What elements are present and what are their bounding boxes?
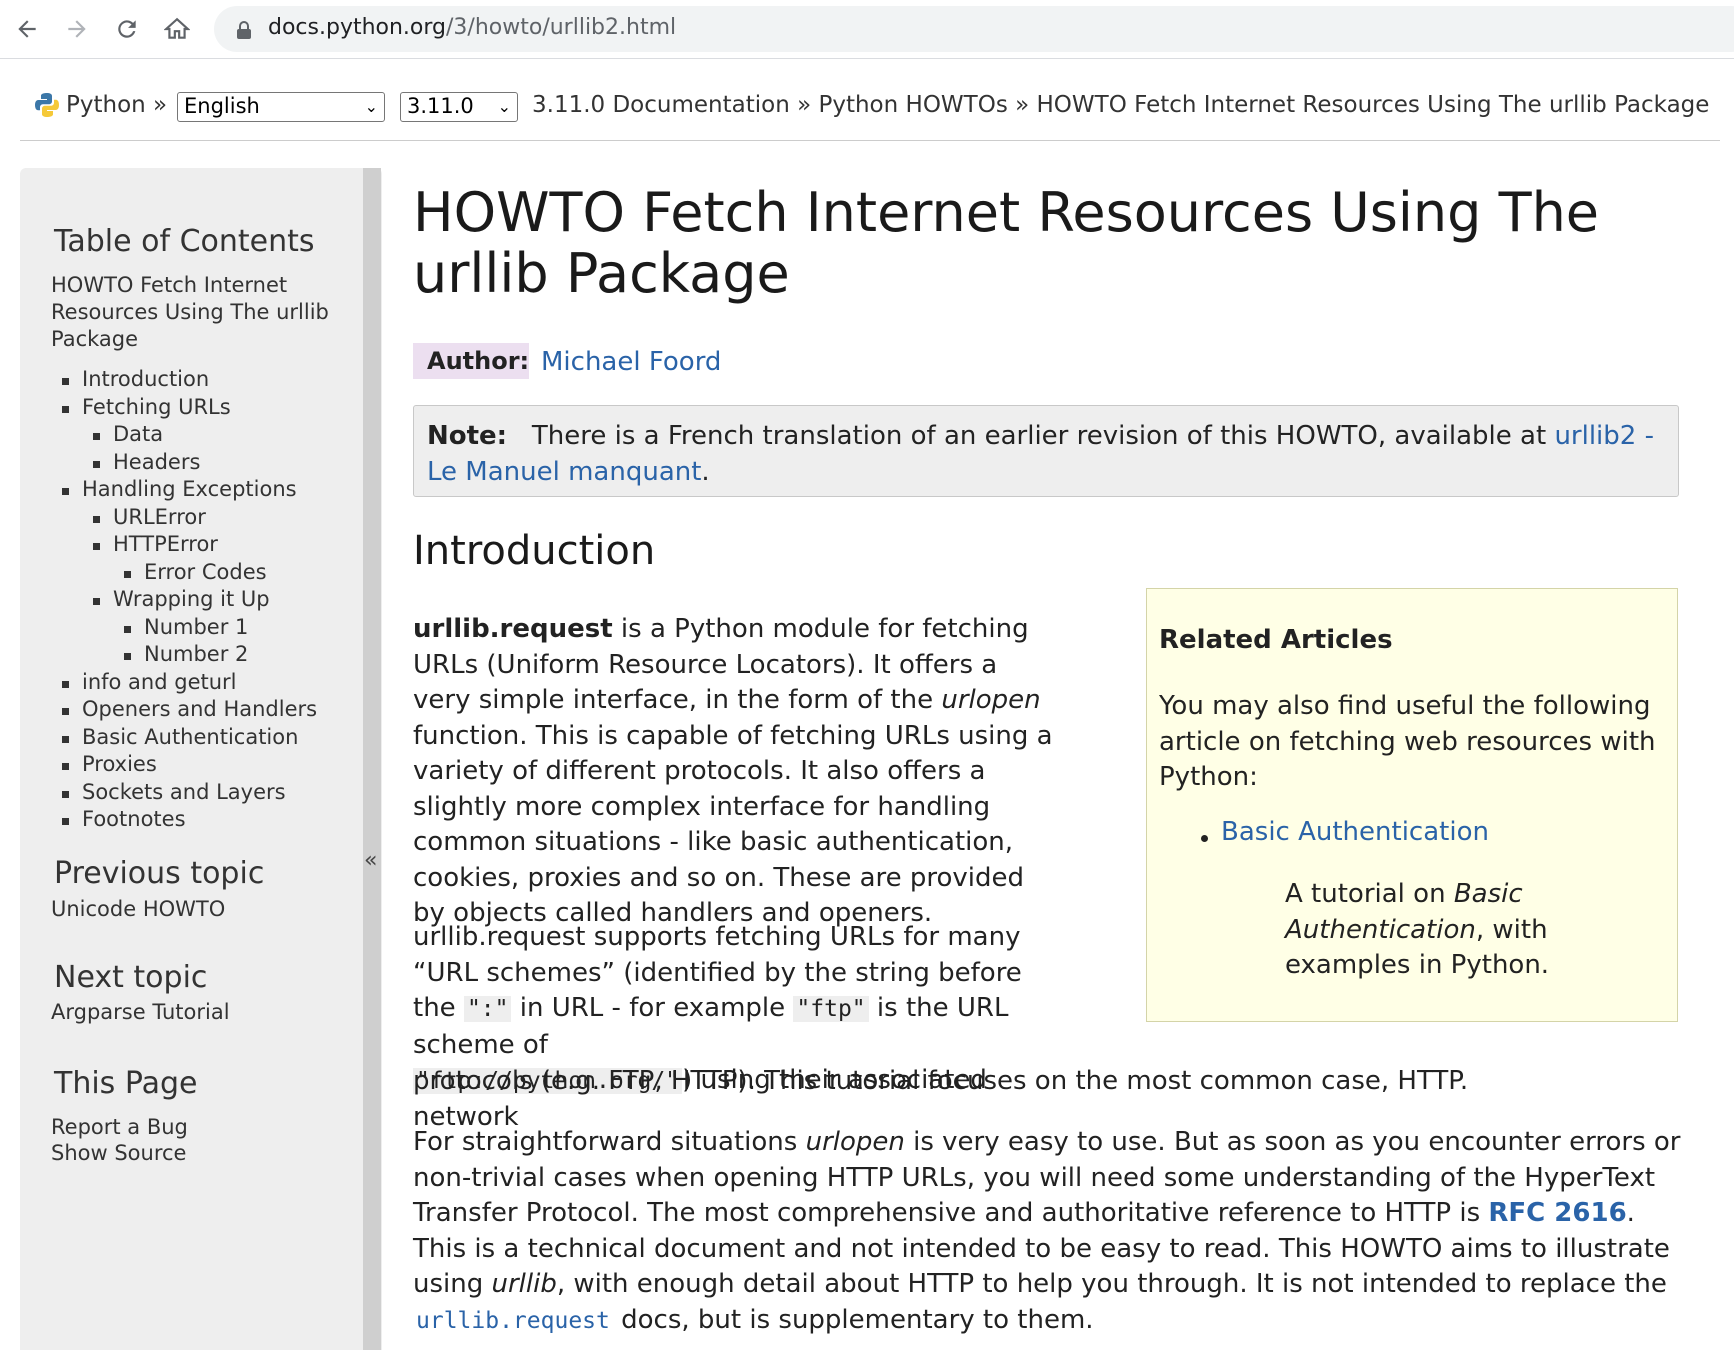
breadcrumb-howtos[interactable]: Python HOWTOs	[818, 92, 1007, 118]
report-bug-link[interactable]: Report a Bug	[51, 1114, 188, 1141]
back-icon[interactable]	[10, 12, 44, 46]
show-source-link[interactable]: Show Source	[51, 1140, 186, 1167]
urllib-request-link[interactable]: urllib.request	[413, 1308, 613, 1334]
breadcrumb-python[interactable]: Python »	[66, 92, 167, 118]
toc-item-introduction[interactable]: Introduction	[82, 366, 209, 393]
related-articles-box: Related Articles You may also find usefu…	[1146, 588, 1678, 1022]
rfc-2616-link[interactable]: RFC 2616	[1488, 1198, 1626, 1228]
next-topic-link[interactable]: Argparse Tutorial	[51, 999, 230, 1026]
intro-paragraph-2-end: protocols (e.g. FTP, HTTP). This tutoria…	[413, 1066, 1469, 1096]
toc-bullet	[93, 598, 100, 605]
reload-icon[interactable]	[110, 12, 144, 46]
sidebar-collapse-bar[interactable]	[363, 168, 381, 1350]
url-text: docs.python.org/3/howto/urllib2.html	[268, 15, 677, 40]
toc-bullet	[62, 378, 69, 385]
toc-bullet	[62, 708, 69, 715]
bullet	[1201, 835, 1208, 842]
this-page-heading: This Page	[54, 1066, 198, 1101]
lock-icon	[236, 21, 252, 43]
toc-bullet	[93, 543, 100, 550]
intro-paragraph-1: urllib.request is a Python module for fe…	[413, 614, 1053, 928]
toc-item-number-2[interactable]: Number 2	[144, 641, 248, 668]
introduction-heading: Introduction	[413, 528, 656, 574]
toc-bullet	[93, 460, 100, 468]
note-text: There is a French translation of an earl…	[531, 421, 1547, 451]
chevron-down-icon: ⌄	[497, 97, 511, 116]
toc-bullet	[62, 735, 69, 743]
sidebar: Table of Contents HOWTO Fetch Internet R…	[20, 168, 382, 1350]
chevron-down-icon: ⌄	[364, 97, 378, 116]
address-bar[interactable]: docs.python.org/3/howto/urllib2.html	[214, 6, 1734, 52]
toc-item-info-and-geturl[interactable]: info and geturl	[82, 669, 237, 696]
toc-item-httperror[interactable]: HTTPError	[113, 531, 218, 558]
previous-topic-heading: Previous topic	[54, 856, 265, 891]
breadcrumb: 3.11.0 Documentation » Python HOWTOs » H…	[532, 92, 1710, 118]
toc-bullet	[93, 515, 100, 523]
collapse-sidebar-icon[interactable]: «	[364, 848, 377, 873]
toc-bullet	[62, 790, 69, 798]
toc-item-proxies[interactable]: Proxies	[82, 751, 157, 778]
toc-bullet	[124, 625, 131, 633]
toc-bullet	[62, 488, 69, 495]
toc-item-data[interactable]: Data	[113, 421, 163, 448]
toc-item-wrapping-it-up[interactable]: Wrapping it Up	[113, 586, 270, 613]
doc-header-bar: Python » English ⌄ 3.11.0 ⌄ 3.11.0 Documen…	[20, 78, 1720, 141]
python-logo-icon	[34, 92, 60, 122]
toc-bullet	[124, 653, 131, 660]
previous-topic-link[interactable]: Unicode HOWTO	[51, 896, 225, 923]
browser-toolbar: docs.python.org/3/howto/urllib2.html	[0, 0, 1734, 59]
breadcrumb-current: HOWTO Fetch Internet Resources Using The…	[1036, 92, 1710, 118]
toc-heading: Table of Contents	[54, 224, 315, 259]
toc-item-sockets-and-layers[interactable]: Sockets and Layers	[82, 779, 286, 806]
related-articles-text: You may also find useful the following a…	[1159, 691, 1656, 792]
related-article-description: A tutorial on Basic Authentication, with…	[1285, 879, 1550, 980]
toc-item-urlerror[interactable]: URLError	[113, 504, 206, 531]
toc-bullet	[62, 818, 69, 825]
breadcrumb-docs[interactable]: 3.11.0 Documentation	[532, 92, 790, 118]
toc-item-error-codes[interactable]: Error Codes	[144, 559, 267, 586]
toc-item-fetching-urls[interactable]: Fetching URLs	[82, 394, 231, 421]
toc-bullet	[62, 763, 69, 770]
intro-paragraph-2: urllib.request supports fetching URLs fo…	[413, 922, 1022, 1132]
next-topic-heading: Next topic	[54, 960, 208, 995]
basic-authentication-link[interactable]: Basic Authentication	[1221, 817, 1489, 847]
toc-root-link[interactable]: HOWTO Fetch Internet Resources Using The…	[51, 272, 341, 353]
related-articles-title: Related Articles	[1159, 625, 1393, 655]
toc-bullet	[62, 680, 69, 688]
toc-item-basic-authentication[interactable]: Basic Authentication	[82, 724, 298, 751]
intro-paragraph-3: For straightforward situations urlopen i…	[413, 1127, 1681, 1335]
page-title: HOWTO Fetch Internet Resources Using The…	[413, 181, 1600, 305]
toc-item-openers-and-handlers[interactable]: Openers and Handlers	[82, 696, 317, 723]
author-link[interactable]: Michael Foord	[541, 347, 721, 377]
toc-item-headers[interactable]: Headers	[113, 449, 200, 476]
note-label: Note:	[427, 421, 508, 451]
toc-item-handling-exceptions[interactable]: Handling Exceptions	[82, 476, 297, 503]
toc-bullet	[62, 405, 69, 413]
forward-icon[interactable]	[60, 12, 94, 46]
home-icon[interactable]	[160, 12, 194, 46]
toc-bullet	[93, 433, 100, 440]
note-box: Note: There is a French translation of a…	[413, 405, 1679, 497]
version-select[interactable]: 3.11.0 ⌄	[400, 92, 518, 122]
language-select[interactable]: English ⌄	[177, 92, 385, 122]
author-label: Author:	[413, 343, 529, 379]
toc-bullet	[124, 570, 131, 578]
toc-item-footnotes[interactable]: Footnotes	[82, 806, 186, 833]
toc-item-number-1[interactable]: Number 1	[144, 614, 248, 641]
